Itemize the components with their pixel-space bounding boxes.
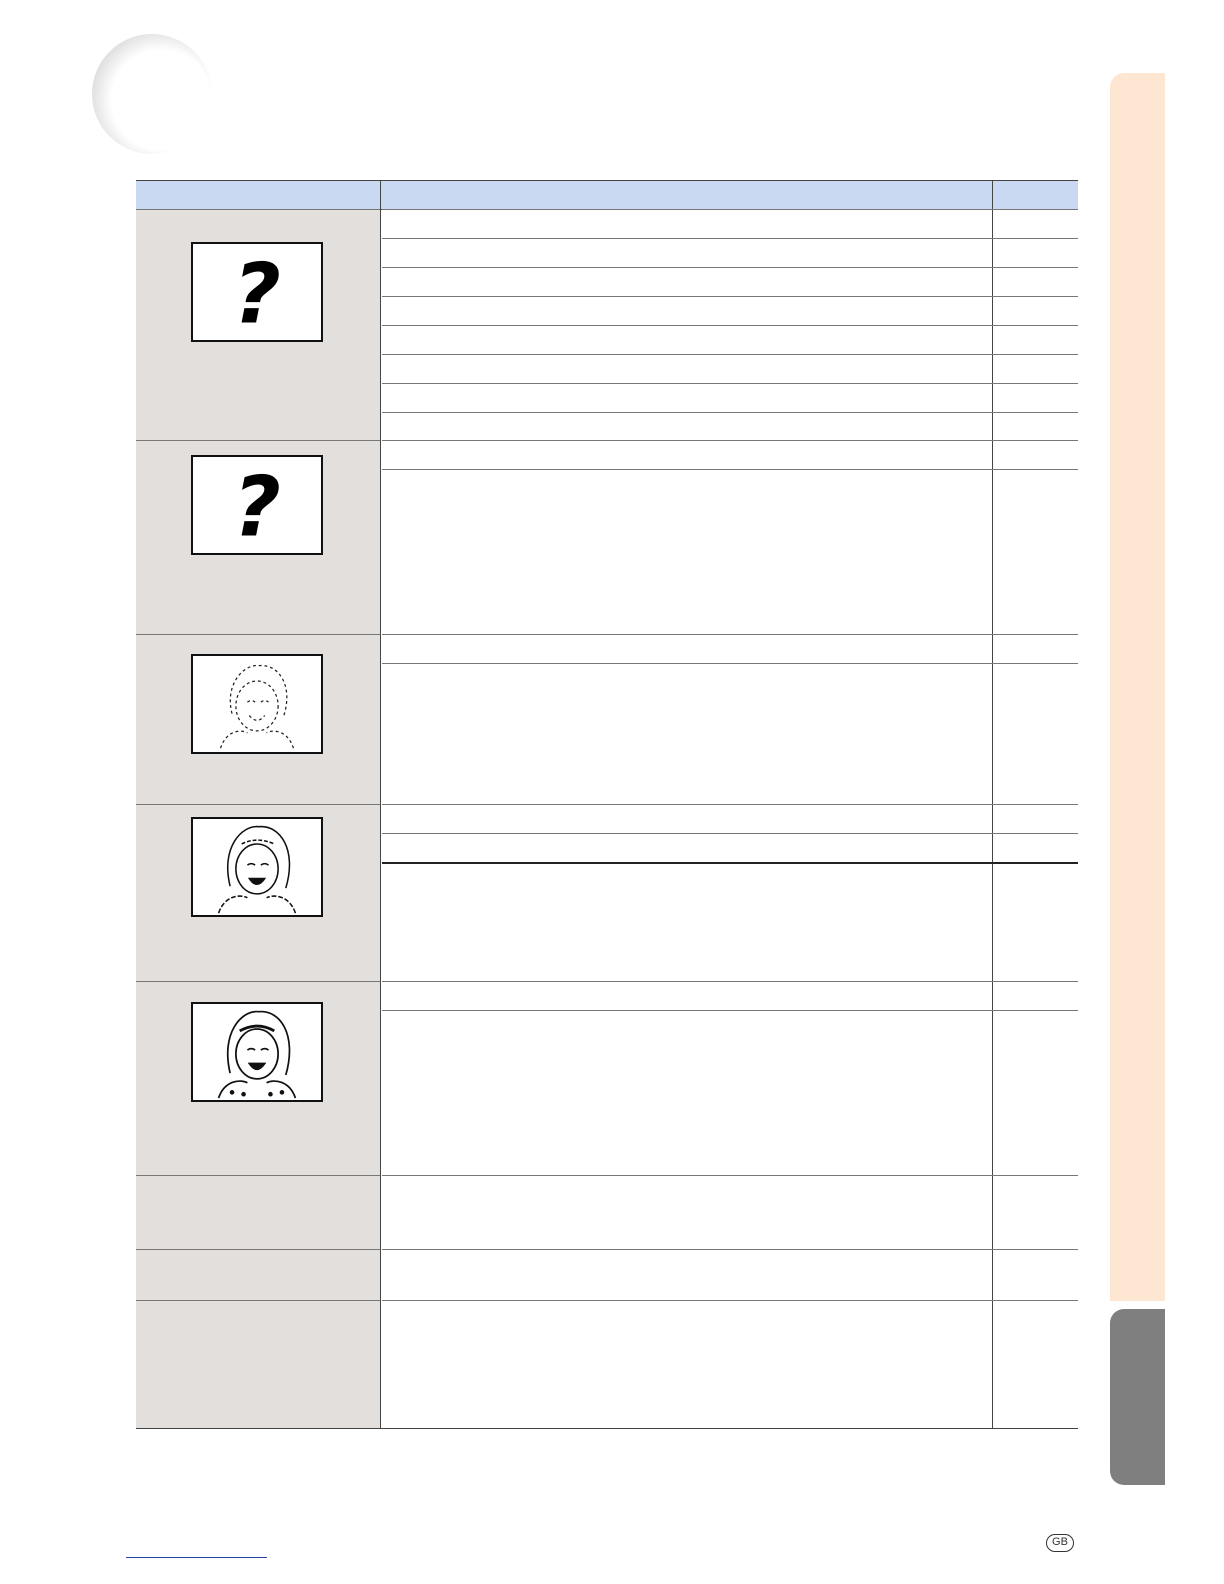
problem-cell-2: ?	[136, 440, 380, 635]
svg-text:?: ?	[233, 247, 281, 340]
svg-text:?: ?	[233, 460, 281, 553]
footer-link-underline[interactable]	[126, 1557, 267, 1558]
table-row	[382, 209, 1078, 239]
partly-faded-face-image	[191, 817, 323, 917]
language-badge: GB	[1046, 1534, 1074, 1552]
table-row	[382, 440, 1078, 470]
table-row	[382, 804, 1078, 834]
table-row	[382, 354, 1078, 384]
table-row	[382, 981, 1078, 1011]
table-row	[382, 1249, 1078, 1301]
table-row	[382, 833, 1078, 863]
table-row	[382, 634, 1078, 664]
question-mark-icon: ?	[191, 242, 323, 342]
problem-cell-7	[136, 1249, 380, 1301]
problem-cell-8	[136, 1300, 380, 1428]
table-row	[382, 383, 1078, 413]
troubleshooting-table: ? ?	[136, 180, 1078, 1429]
problem-cell-4	[136, 804, 380, 982]
table-row	[382, 238, 1078, 268]
problem-cell-6	[136, 1175, 380, 1250]
question-mark-icon: ?	[191, 455, 323, 555]
table-row	[382, 1300, 1078, 1428]
column-divider	[380, 181, 381, 1428]
table-row	[382, 1010, 1078, 1176]
table-row	[382, 325, 1078, 355]
problem-cell-5	[136, 981, 380, 1176]
table-row	[382, 663, 1078, 805]
table-row	[382, 862, 1078, 983]
table-header-row	[136, 181, 1078, 210]
table-row	[382, 412, 1078, 441]
table-row	[382, 1175, 1078, 1250]
problem-cell-1: ?	[136, 209, 380, 441]
section-header-circle	[92, 34, 212, 154]
table-row	[382, 267, 1078, 297]
faded-face-image	[191, 654, 323, 754]
clear-face-image	[191, 1002, 323, 1102]
side-tab-appendix	[1110, 1309, 1165, 1485]
table-row	[382, 296, 1078, 326]
side-tab-light	[1110, 73, 1165, 1301]
table-row	[382, 469, 1078, 635]
problem-cell-3	[136, 634, 380, 805]
